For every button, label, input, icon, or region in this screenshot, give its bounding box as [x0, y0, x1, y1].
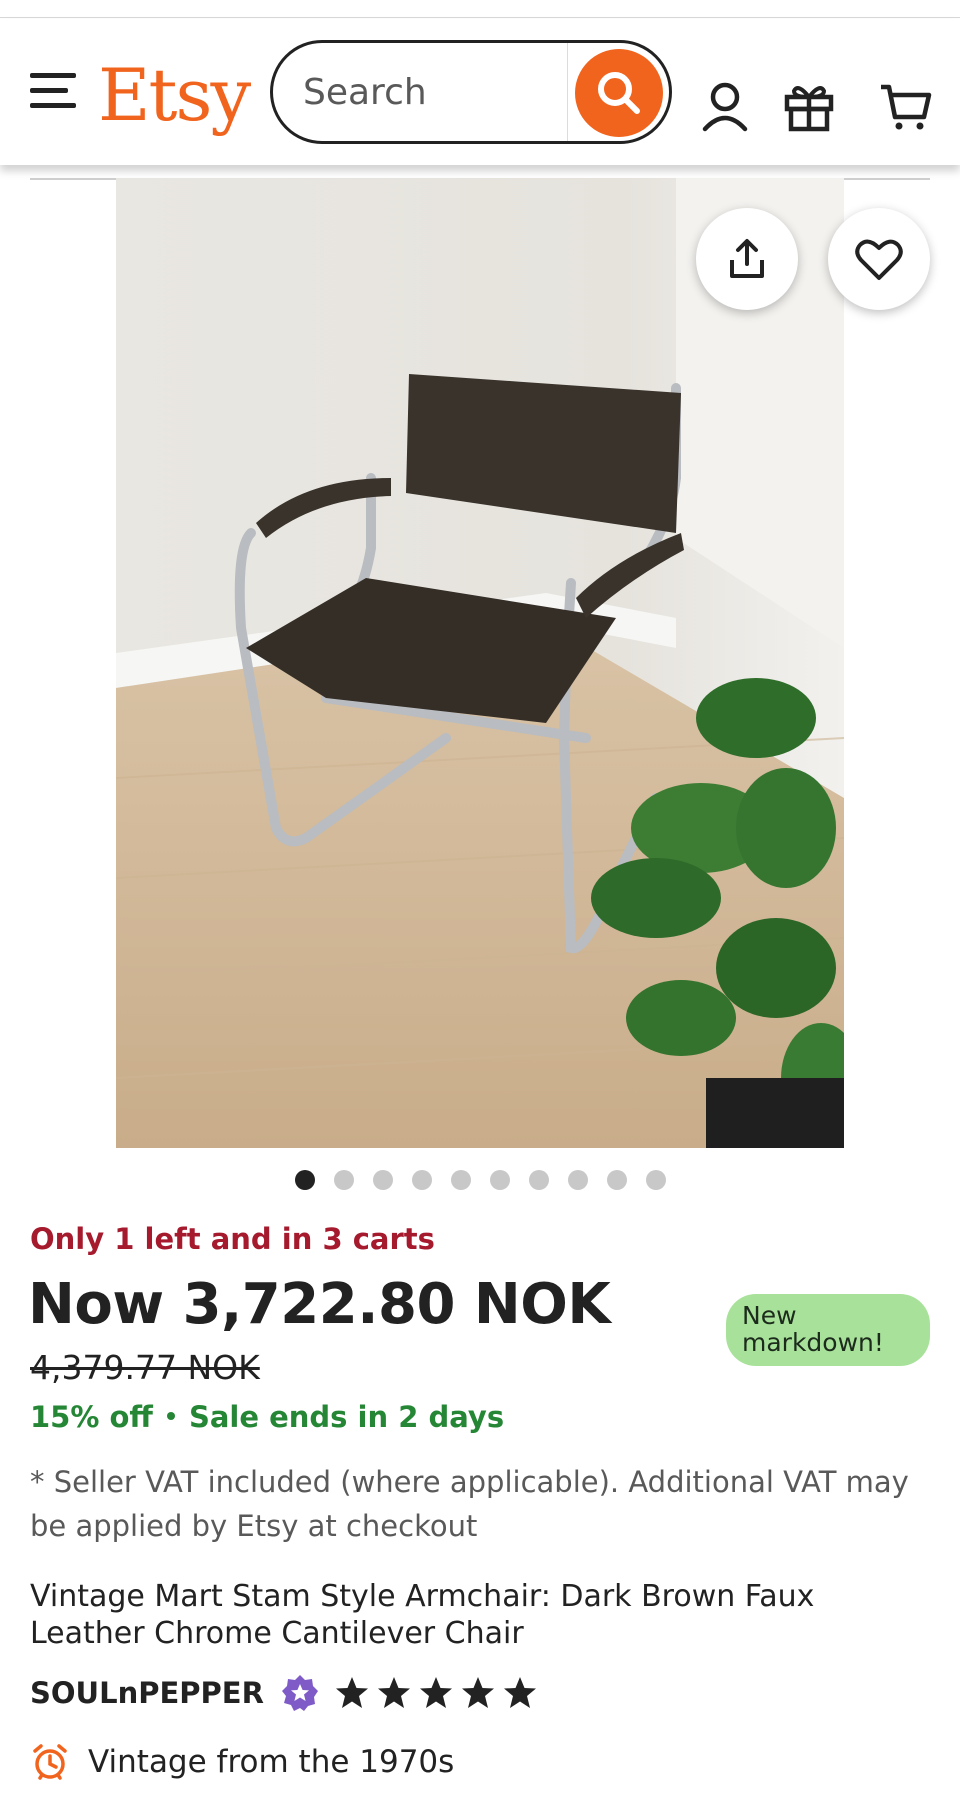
favorite-heart-icon — [855, 239, 903, 280]
share-button[interactable] — [696, 208, 798, 310]
star-icon — [461, 1677, 494, 1708]
star-seller-badge-icon — [281, 1675, 318, 1711]
bullet-separator — [166, 1412, 175, 1420]
etsy-logo[interactable]: Etsy — [98, 59, 251, 131]
gallery-dot[interactable] — [606, 1170, 627, 1190]
favorite-button[interactable] — [828, 208, 930, 310]
site-header: Etsy — [0, 19, 960, 165]
vat-note: * Seller VAT included (where applicable)… — [30, 1465, 909, 1543]
gallery-pagination[interactable] — [0, 1170, 960, 1192]
rating-stars[interactable] — [334, 1675, 544, 1711]
search-divider — [567, 43, 568, 141]
gallery-dot[interactable] — [489, 1170, 510, 1190]
gallery-dot[interactable] — [450, 1170, 471, 1190]
listing-title: Vintage Mart Stam Style Armchair: Dark B… — [30, 1579, 815, 1651]
chair-photo — [116, 178, 844, 1148]
seller-name[interactable]: SOULnPEPPER — [30, 1676, 264, 1710]
original-price: 4,379.77 NOK — [30, 1348, 260, 1387]
star-icon — [335, 1677, 368, 1708]
stock-note: Only 1 left and in 3 carts — [30, 1222, 435, 1256]
product-image[interactable] — [116, 178, 844, 1148]
star-icon — [503, 1677, 536, 1708]
gift-icon[interactable] — [782, 79, 836, 133]
alarm-clock-icon — [33, 1744, 67, 1780]
gallery-dot[interactable] — [528, 1170, 549, 1190]
sale-price: Now 3,722.80 NOK — [28, 1272, 611, 1337]
discount-label: 15% off — [30, 1400, 153, 1434]
vintage-row: Vintage from the 1970s — [30, 1742, 454, 1782]
gallery-dot[interactable] — [411, 1170, 432, 1190]
gallery-dot[interactable] — [567, 1170, 588, 1190]
star-icon — [419, 1677, 452, 1708]
gallery-dot[interactable] — [333, 1170, 354, 1190]
gallery-dot[interactable] — [372, 1170, 393, 1190]
vintage-note: Vintage from the 1970s — [88, 1744, 455, 1780]
account-icon[interactable] — [698, 79, 752, 133]
star-icon — [377, 1677, 410, 1708]
search-button[interactable] — [575, 49, 663, 137]
share-icon — [730, 239, 764, 278]
search-icon — [598, 72, 640, 114]
seller-row: SOULnPEPPER — [30, 1670, 544, 1716]
sale-end-label: Sale ends in 2 days — [188, 1400, 505, 1434]
cart-icon[interactable] — [878, 79, 932, 133]
gallery-dot[interactable] — [294, 1170, 315, 1190]
sale-info: 15% off Sale ends in 2 days — [30, 1400, 504, 1434]
gallery-dot[interactable] — [645, 1170, 666, 1190]
markdown-badge: New markdown! — [726, 1294, 930, 1366]
status-bar-strip — [0, 0, 960, 18]
search-input[interactable] — [303, 67, 573, 117]
menu-icon[interactable] — [30, 73, 76, 113]
search-bar[interactable] — [270, 40, 672, 144]
